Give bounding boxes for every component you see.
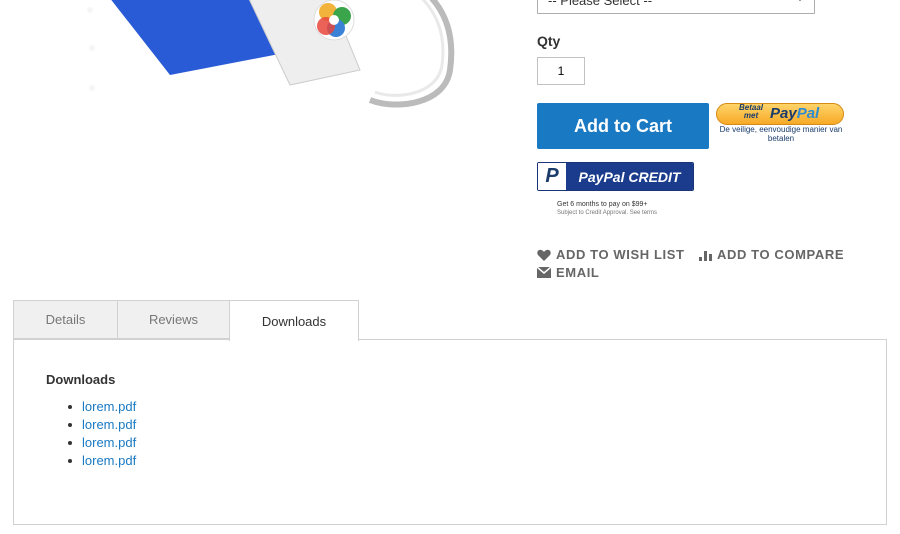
paypal-p-icon: P [538, 163, 566, 190]
wishlist-label: ADD TO WISH LIST [556, 247, 685, 262]
select-value: -- Please Select -- [548, 0, 653, 8]
tab-reviews[interactable]: Reviews [117, 300, 230, 339]
tab-details[interactable]: Details [13, 300, 118, 339]
list-item: lorem.pdf [67, 452, 136, 470]
downloads-list: lorem.pdf lorem.pdf lorem.pdf lorem.pdf [46, 398, 136, 470]
qty-label: Qty [537, 33, 561, 49]
downloads-title: Downloads [46, 372, 116, 387]
product-info-tabs: Details Reviews Downloads [13, 300, 359, 341]
add-to-compare-link[interactable]: ADD TO COMPARE [698, 247, 844, 262]
compare-label: ADD TO COMPARE [717, 247, 845, 262]
add-to-cart-button[interactable]: Add to Cart [537, 103, 709, 149]
envelope-icon [537, 267, 551, 278]
paypal-tagline: De veilige, eenvoudige manier van betale… [719, 125, 843, 143]
add-to-wishlist-link[interactable]: ADD TO WISH LIST [537, 247, 685, 262]
heart-icon [537, 249, 551, 261]
paypal-credit-note[interactable]: Get 6 months to pay on $99+ Subject to C… [557, 201, 657, 217]
qty-input[interactable] [537, 57, 585, 85]
tab-downloads[interactable]: Downloads [229, 300, 359, 341]
download-link[interactable]: lorem.pdf [82, 453, 136, 468]
list-item: lorem.pdf [67, 416, 136, 434]
compare-icon [699, 250, 712, 261]
product-option-select[interactable]: -- Please Select -- [537, 0, 815, 14]
list-item: lorem.pdf [67, 398, 136, 416]
download-link[interactable]: lorem.pdf [82, 399, 136, 414]
download-link[interactable]: lorem.pdf [82, 417, 136, 432]
paypal-top-text: Betaal met [738, 103, 763, 120]
email-link[interactable]: EMAIL [537, 265, 599, 280]
paypal-credit-button[interactable]: P PayPal CREDIT [537, 162, 694, 191]
downloads-panel: Downloads lorem.pdf lorem.pdf lorem.pdf … [13, 339, 887, 525]
chevron-down-icon [799, 0, 801, 1]
product-image [87, 0, 455, 108]
email-label: EMAIL [556, 265, 600, 280]
paypal-logo: PayPal [770, 105, 820, 122]
download-link[interactable]: lorem.pdf [82, 435, 136, 450]
paypal-credit-label: PayPal CREDIT [566, 163, 693, 190]
list-item: lorem.pdf [67, 434, 136, 452]
